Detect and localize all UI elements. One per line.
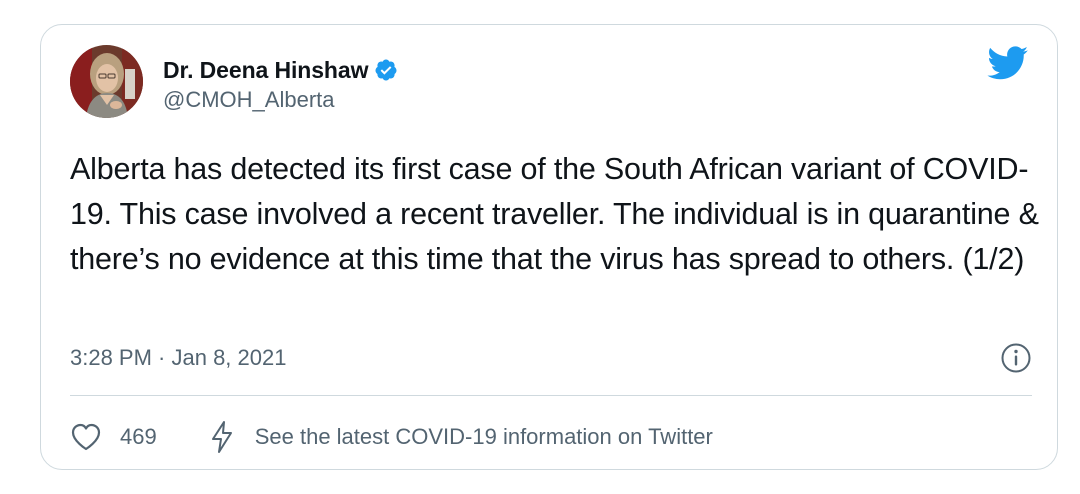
- tweet-actions: 469 See the latest COVID-19 information …: [70, 417, 713, 457]
- tweet-card[interactable]: Dr. Deena Hinshaw @CMOH_Alberta Alberta …: [40, 24, 1058, 470]
- lightning-bolt-icon: [209, 420, 235, 454]
- avatar[interactable]: [70, 45, 143, 118]
- covid-info-link[interactable]: See the latest COVID-19 information on T…: [209, 420, 713, 454]
- like-count: 469: [120, 424, 157, 449]
- actions-divider: [70, 395, 1032, 396]
- tweet-text: Alberta has detected its first case of t…: [70, 152, 1039, 276]
- author-display-name[interactable]: Dr. Deena Hinshaw: [163, 57, 368, 84]
- verified-badge-icon: [374, 58, 398, 82]
- tweet-meta-row: 3:28 PM · Jan 8, 2021: [70, 341, 1032, 375]
- twitter-bird-icon[interactable]: [985, 45, 1029, 81]
- info-icon[interactable]: [1000, 342, 1032, 374]
- author-handle[interactable]: @CMOH_Alberta: [163, 87, 398, 113]
- covid-info-link-text: See the latest COVID-19 information on T…: [254, 424, 713, 449]
- tweet-author[interactable]: Dr. Deena Hinshaw @CMOH_Alberta: [163, 53, 398, 113]
- heart-icon: [70, 422, 102, 452]
- author-name-row: Dr. Deena Hinshaw: [163, 53, 398, 87]
- tweet-timestamp[interactable]: 3:28 PM · Jan 8, 2021: [70, 345, 286, 371]
- like-button[interactable]: 469: [70, 422, 157, 452]
